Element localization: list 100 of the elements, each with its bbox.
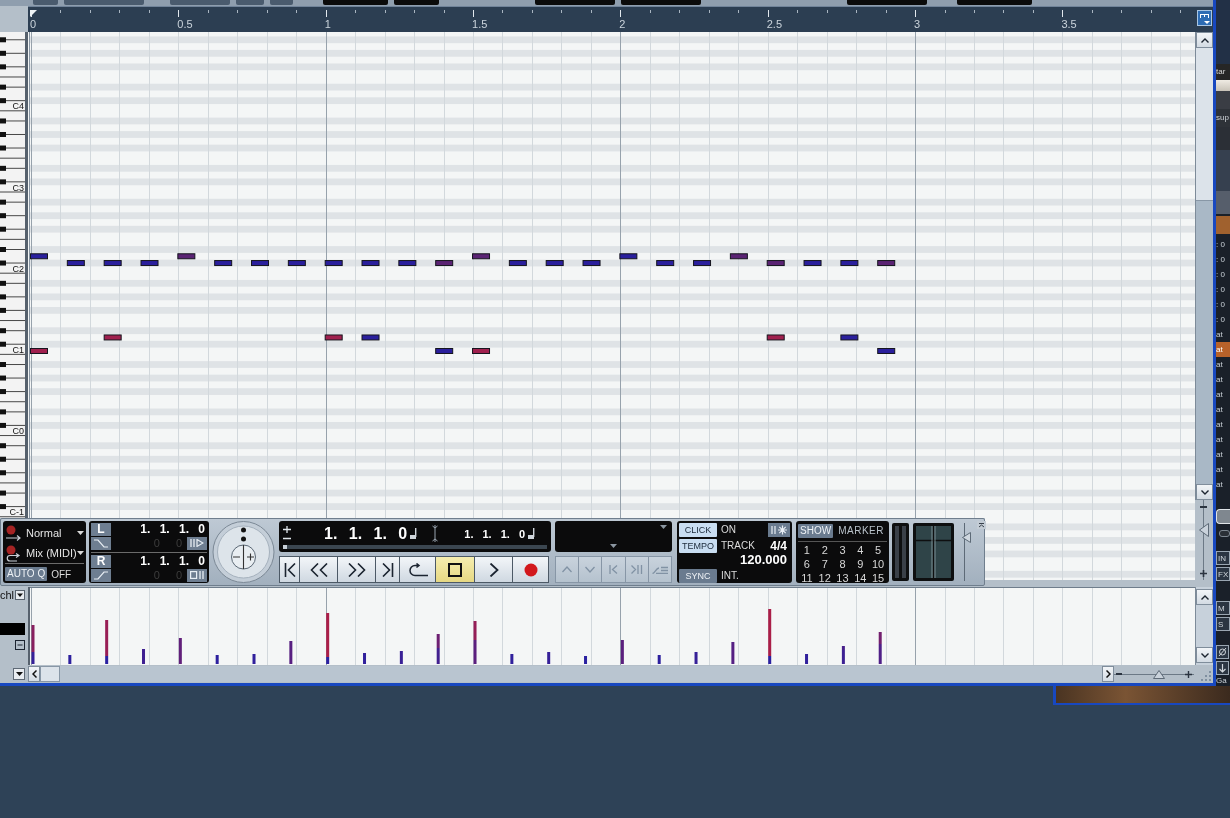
slider-thumb[interactable] xyxy=(283,545,287,549)
note-block[interactable] xyxy=(214,260,233,267)
roll-button[interactable] xyxy=(187,536,207,550)
note-block[interactable] xyxy=(766,334,785,341)
caret-icon[interactable] xyxy=(15,590,25,600)
note-block[interactable] xyxy=(877,348,896,354)
list-item[interactable]: at xyxy=(1216,447,1230,462)
velocity-bar[interactable] xyxy=(399,651,403,664)
caret-icon[interactable] xyxy=(77,551,84,555)
triangle-marker-icon[interactable] xyxy=(30,10,37,17)
locator-button[interactable]: L xyxy=(91,522,111,536)
list-item[interactable]: at xyxy=(1216,387,1230,402)
velocity-bar[interactable] xyxy=(326,657,330,664)
scroll-up-button[interactable] xyxy=(1196,32,1213,48)
velocity-bar[interactable] xyxy=(436,634,440,648)
note-block[interactable] xyxy=(435,260,454,267)
velocity-bar[interactable] xyxy=(694,652,698,664)
note-block[interactable] xyxy=(30,253,48,260)
list-item[interactable]: at xyxy=(1216,462,1230,477)
note-block[interactable] xyxy=(508,260,527,267)
marker-number[interactable]: 12 xyxy=(815,572,834,585)
velocity-bar[interactable] xyxy=(768,609,772,656)
show-button[interactable]: SHOW xyxy=(798,523,834,538)
auto-quantize-button[interactable]: AUTO Q xyxy=(5,567,48,581)
play-button[interactable] xyxy=(474,556,513,583)
list-item[interactable]: at xyxy=(1216,327,1230,342)
note-block[interactable] xyxy=(619,253,638,260)
note-block[interactable] xyxy=(472,253,491,260)
go-to-start-button[interactable] xyxy=(279,556,300,583)
sync-button[interactable]: SYNC xyxy=(679,568,717,583)
marker-number[interactable]: 15 xyxy=(869,572,887,585)
note-block[interactable] xyxy=(398,260,417,267)
note-block[interactable] xyxy=(140,260,159,267)
locator-button[interactable]: R xyxy=(91,554,111,568)
marker-number[interactable]: 5 xyxy=(869,544,887,557)
marker-number[interactable]: 9 xyxy=(851,558,870,571)
list-item[interactable]: at xyxy=(1216,372,1230,387)
marker-number[interactable]: 10 xyxy=(869,558,887,571)
note-block[interactable] xyxy=(766,260,785,267)
velocity-bar[interactable] xyxy=(878,632,882,644)
scroll-thumb[interactable] xyxy=(1196,48,1213,201)
list-item[interactable]: at xyxy=(1216,417,1230,432)
tab-label[interactable]: tar xyxy=(1216,64,1230,80)
scroll-up-button[interactable] xyxy=(1196,589,1213,605)
note-block[interactable] xyxy=(803,260,822,267)
go-to-end-button[interactable] xyxy=(375,556,400,583)
velocity-bar[interactable] xyxy=(841,650,845,664)
note-block[interactable] xyxy=(582,260,601,267)
fader-thumb[interactable] xyxy=(962,531,971,543)
punch-button[interactable] xyxy=(91,536,111,550)
note-block[interactable] xyxy=(729,253,748,260)
rewind-button[interactable] xyxy=(299,556,338,583)
note-block[interactable] xyxy=(656,260,675,267)
roll-button[interactable] xyxy=(187,568,207,582)
marker-number[interactable]: 7 xyxy=(815,558,834,571)
marker-number[interactable]: 11 xyxy=(798,572,816,585)
note-block[interactable] xyxy=(840,334,859,341)
velocity-bar[interactable] xyxy=(105,620,109,656)
marker-number[interactable]: 14 xyxy=(851,572,870,585)
cycle-mode-dropdown[interactable]: Mix (MIDI) xyxy=(24,545,84,561)
fast-forward-button[interactable] xyxy=(337,556,376,583)
collapse-icon[interactable] xyxy=(977,521,986,529)
stop-button[interactable] xyxy=(435,556,475,583)
record-mode-dropdown[interactable]: Normal xyxy=(24,525,84,541)
marker-number[interactable]: 1 xyxy=(798,544,816,557)
panel-button[interactable] xyxy=(1216,509,1230,524)
marker-number[interactable]: 3 xyxy=(833,544,852,557)
lane-menu-button[interactable] xyxy=(13,668,25,680)
slider-thumb[interactable] xyxy=(1199,523,1209,538)
toggle-button[interactable]: S xyxy=(1216,617,1230,631)
arrow-down-icon[interactable] xyxy=(1216,661,1229,675)
minus-square-icon[interactable] xyxy=(15,640,25,650)
velocity-bar[interactable] xyxy=(289,641,293,664)
slider-thumb[interactable] xyxy=(1153,670,1166,679)
cycle-button[interactable] xyxy=(399,556,436,583)
scroll-left-button[interactable] xyxy=(28,666,40,682)
note-block[interactable] xyxy=(435,348,454,354)
caret-icon[interactable] xyxy=(77,531,84,535)
note-block[interactable] xyxy=(545,260,564,267)
toggle-button[interactable]: FX xyxy=(1216,567,1230,581)
lane-scrollbar[interactable] xyxy=(1195,587,1213,665)
toggle-button[interactable]: IN xyxy=(1216,551,1230,565)
velocity-bar[interactable] xyxy=(215,655,219,664)
note-block[interactable] xyxy=(361,334,380,341)
controller-dropdown[interactable]: chl xyxy=(0,589,25,601)
toggle-button[interactable]: M xyxy=(1216,601,1230,615)
plus-icon[interactable] xyxy=(1200,570,1207,577)
note-block[interactable] xyxy=(693,260,712,267)
note-block[interactable] xyxy=(287,260,306,267)
list-item[interactable]: at xyxy=(1216,477,1230,492)
note-block[interactable] xyxy=(361,260,380,267)
velocity-bar[interactable] xyxy=(657,655,661,664)
velocity-bar[interactable] xyxy=(68,655,72,664)
note-block[interactable] xyxy=(103,260,122,267)
position-slider[interactable] xyxy=(283,545,547,549)
ruler-icon[interactable] xyxy=(1197,10,1212,26)
note-block[interactable] xyxy=(472,348,491,354)
note-block[interactable] xyxy=(177,253,196,260)
list-item[interactable]: at xyxy=(1216,342,1230,357)
velocity-bar[interactable] xyxy=(436,648,440,664)
